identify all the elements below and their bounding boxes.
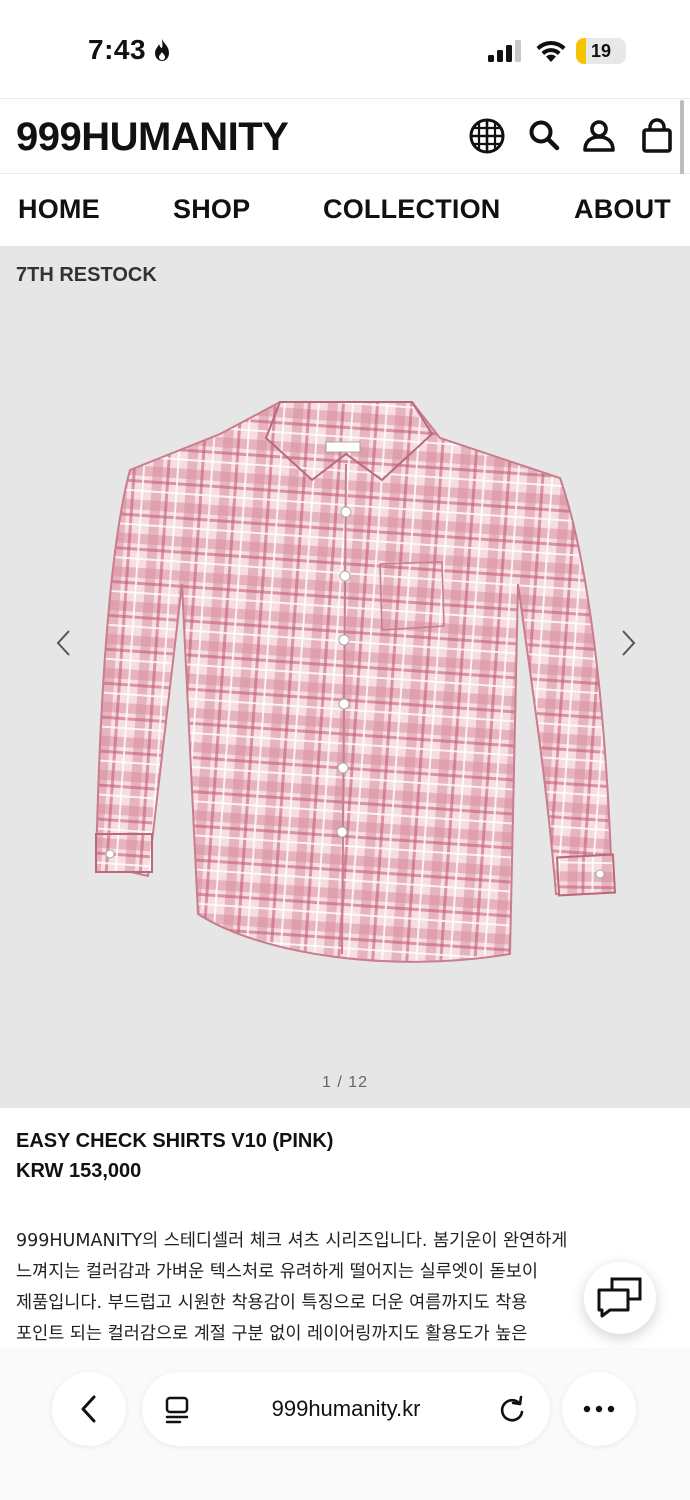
nav-shop[interactable]: SHOP bbox=[173, 194, 250, 225]
product-image-pink-check-shirt[interactable] bbox=[90, 394, 620, 974]
search-icon[interactable] bbox=[526, 117, 564, 155]
browser-toolbar: 999humanity.kr bbox=[0, 1348, 690, 1500]
nav-about[interactable]: ABOUT bbox=[574, 194, 671, 225]
product-title: EASY CHECK SHIRTS V10 (PINK) bbox=[16, 1130, 334, 1152]
site-header: 999HUMANITY bbox=[0, 98, 690, 174]
address-bar[interactable]: 999humanity.kr bbox=[142, 1372, 550, 1446]
more-dots-icon bbox=[583, 1405, 615, 1413]
site-logo[interactable]: 999HUMANITY bbox=[16, 115, 289, 160]
status-bar: 7:43 19 bbox=[0, 0, 690, 98]
gallery-next-arrow-icon[interactable] bbox=[614, 626, 642, 660]
browser-more-button[interactable] bbox=[562, 1372, 636, 1446]
chevron-left-icon bbox=[81, 1395, 96, 1423]
battery-percent: 19 bbox=[590, 41, 612, 61]
description-line: 포인트 되는 컬러감으로 계절 구분 없이 레이어링까지도 활용도가 높은 bbox=[16, 1324, 528, 1344]
product-gallery[interactable]: 7TH RESTOCK 1 / 12 bbox=[0, 246, 690, 1108]
chat-bubbles-icon bbox=[597, 1277, 642, 1318]
shopping-bag-icon[interactable] bbox=[638, 117, 676, 155]
browser-back-button[interactable] bbox=[52, 1372, 126, 1446]
description-line: 제품입니다. 부드럽고 시원한 착용감이 특징으로 더운 여름까지도 착용 bbox=[16, 1293, 528, 1313]
reload-icon[interactable] bbox=[498, 1395, 526, 1423]
url-text[interactable]: 999humanity.kr bbox=[142, 1372, 550, 1446]
restock-badge: 7TH RESTOCK bbox=[16, 264, 157, 286]
chat-button[interactable] bbox=[584, 1262, 656, 1334]
description-line: 999HUMANITY의 스테디셀러 체크 셔츠 시리즈입니다. 봄기운이 완연… bbox=[16, 1231, 568, 1251]
nav-home[interactable]: HOME bbox=[18, 194, 100, 225]
gallery-counter: 1 / 12 bbox=[321, 1074, 369, 1091]
nav-collection[interactable]: COLLECTION bbox=[323, 194, 501, 225]
cellular-signal-icon bbox=[488, 40, 521, 62]
account-icon[interactable] bbox=[580, 117, 618, 155]
battery-indicator: 19 bbox=[576, 38, 626, 64]
wifi-icon bbox=[536, 40, 566, 62]
globe-icon[interactable] bbox=[468, 117, 506, 155]
status-time: 7:43 bbox=[88, 34, 147, 65]
flame-icon bbox=[155, 39, 169, 61]
main-nav: HOME SHOP COLLECTION ABOUT bbox=[0, 174, 690, 246]
product-description: 999HUMANITY의 스테디셀러 체크 셔츠 시리즈입니다. 봄기운이 완연… bbox=[16, 1226, 670, 1350]
description-line: 느껴지는 컬러감과 가벼운 텍스처로 유려하게 떨어지는 실루엣이 돋보이 bbox=[16, 1262, 538, 1282]
gallery-prev-arrow-icon[interactable] bbox=[50, 626, 78, 660]
product-price: KRW 153,000 bbox=[16, 1160, 142, 1182]
